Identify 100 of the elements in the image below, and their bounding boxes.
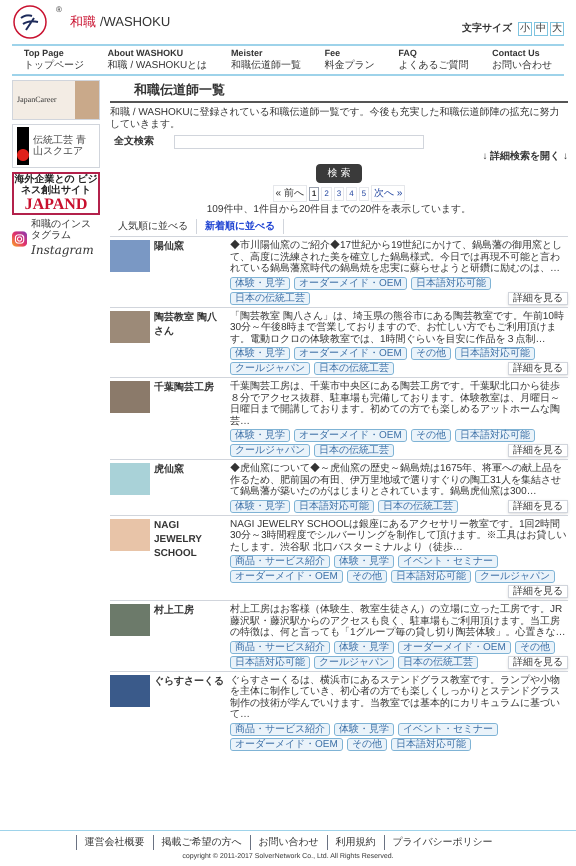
entry-name[interactable]: 陶芸教室 陶八さん [154, 310, 226, 376]
tag[interactable]: 商品・サービス紹介 [230, 640, 330, 654]
page-link[interactable]: 3 [334, 186, 344, 201]
tag[interactable]: その他 [346, 738, 387, 751]
career-banner[interactable]: JapanCareer [12, 80, 100, 120]
page-link[interactable]: 1 [308, 186, 320, 201]
registered-mark: ® [56, 4, 62, 16]
nav-item[interactable]: About WASHOKU 和職 / WASHOKUとは [108, 48, 208, 72]
tag[interactable]: オーダーメイド・OEM [398, 640, 511, 654]
detail-button[interactable]: 詳細を見る [508, 444, 568, 458]
detail-button[interactable]: 詳細を見る [508, 362, 568, 376]
tag[interactable]: その他 [410, 347, 451, 360]
tag[interactable]: オーダーメイド・OEM [230, 570, 343, 584]
entry-description: 村上工房はお客様（体験生、教室生徒さん）の立場に立った工房です。JR藤沢駅・藤沢駅からのアクセスも良く、駐車場もご利用頂けます。当工房の特徴は、何と言っても「1グループ毎の貸し切り陶芸体験」。心置きな… [230, 604, 567, 639]
photo-placeholder [110, 310, 150, 343]
instagram-banner[interactable]: 和職のインスタグラム Instagram [12, 219, 100, 260]
photo-placeholder [110, 674, 150, 707]
tag[interactable]: 体験・見学 [334, 640, 394, 654]
tag[interactable]: 商品・サービス紹介 [230, 722, 330, 736]
photo-placeholder [110, 240, 150, 272]
tag[interactable]: クールジャパン [474, 570, 555, 584]
font-size-button[interactable]: 小 [518, 22, 532, 36]
tag[interactable]: 日本語対応可能 [390, 570, 471, 584]
sort-tab[interactable]: 新着順に並べる [197, 219, 284, 234]
entry-name[interactable]: 虎仙窯 [154, 463, 226, 513]
tag[interactable]: 日本語対応可能 [454, 347, 535, 360]
photo-placeholder [110, 463, 150, 496]
tag[interactable]: イベント・セミナー [398, 555, 498, 568]
entry-name[interactable]: ぐらすさーくる [154, 674, 226, 751]
photo-placeholder [75, 80, 99, 119]
footer-link[interactable]: 運営会社概要 [76, 834, 152, 850]
sort-tab[interactable]: 人気順に並べる [110, 219, 197, 234]
advanced-search-link[interactable]: ↓ 詳細検索を開く ↓ [482, 149, 568, 164]
detail-button[interactable]: 詳細を見る [508, 585, 568, 598]
tag[interactable]: 日本の伝統工芸 [398, 656, 478, 669]
site-title[interactable]: /WASHOKU [100, 12, 170, 32]
tag[interactable]: 体験・見学 [230, 429, 290, 442]
tag[interactable]: 日本語対応可能 [230, 656, 310, 669]
entry-name[interactable]: 千葉陶芸工房 [154, 381, 226, 458]
footer-link[interactable]: 利用規約 [326, 834, 384, 850]
tag[interactable]: 日本の伝統工芸 [230, 292, 310, 305]
result-count: 109件中、1件目から20件目までの20件を表示しています。 [206, 202, 472, 218]
tag[interactable]: 商品・サービス紹介 [230, 555, 330, 568]
tag[interactable]: その他 [410, 429, 451, 442]
detail-button[interactable]: 詳細を見る [508, 292, 568, 305]
banner-caption: 海外企業との ビジネス創出サイト [14, 174, 98, 196]
tag[interactable]: 体験・見学 [230, 276, 290, 290]
craft-banner[interactable]: 伝統工芸 青山スクエア [12, 124, 100, 168]
tag[interactable]: オーダーメイド・OEM [230, 738, 343, 751]
tag[interactable]: 日本語対応可能 [410, 276, 491, 290]
entry-description: ◆虎仙窯について◆～虎仙窯の歴史～鍋島焼は1675年、将軍への献上品を作るため、肥前国の有田、伊万里地域で選りすぐりの陶工31人を集結させて鍋島藩が築いたのがはじまりとされています。鍋島虎仙窯は300… [230, 463, 564, 498]
page-link[interactable]: 2 [321, 186, 332, 201]
page-title: 和職伝道師一覧 [110, 80, 568, 104]
tag[interactable]: 日本の伝統工芸 [314, 362, 394, 376]
prev-page-link[interactable]: « 前へ [272, 185, 307, 202]
tag[interactable]: 日本語対応可能 [294, 500, 374, 513]
nav-item[interactable]: Contact Us お問い合わせ [492, 48, 552, 72]
nav-item[interactable]: FAQ よくあるご質問 [398, 48, 468, 72]
nav-item[interactable]: Fee 料金プラン [324, 48, 375, 72]
tag[interactable]: 体験・見学 [230, 500, 290, 513]
nav-item[interactable]: Meister 和職伝道師一覧 [230, 48, 301, 72]
detail-button[interactable]: 詳細を見る [508, 656, 568, 669]
page-link[interactable]: 4 [346, 186, 357, 201]
footer-link[interactable]: プライバシーポリシー [384, 834, 500, 850]
tag[interactable]: その他 [346, 570, 387, 584]
next-page-link[interactable]: 次へ » [371, 185, 406, 202]
tag[interactable]: 日本の伝統工芸 [378, 500, 458, 513]
tag[interactable]: クールジャパン [314, 656, 394, 669]
site-title-japanese[interactable]: 和職 [70, 12, 96, 32]
tag[interactable]: 日本語対応可能 [454, 429, 535, 442]
tag[interactable]: クールジャパン [230, 444, 310, 458]
footer-link[interactable]: 掲載ご希望の方へ [152, 834, 250, 850]
page-link[interactable]: 5 [358, 186, 370, 201]
detail-button[interactable]: 詳細を見る [508, 500, 568, 513]
search-field[interactable] [174, 134, 424, 149]
japand-banner[interactable]: 海外企業との ビジネス創出サイト JAPAND [12, 172, 100, 216]
tag[interactable]: 体験・見学 [334, 722, 394, 736]
banner-title: JAPAND [24, 196, 88, 214]
font-size-button[interactable]: 大 [550, 22, 564, 36]
nav-item[interactable]: Top Page トップページ [24, 48, 84, 72]
footer-link[interactable]: お問い合わせ [250, 834, 326, 850]
tag[interactable]: 日本語対応可能 [390, 738, 471, 751]
tag[interactable]: イベント・セミナー [398, 722, 498, 736]
tag[interactable]: 日本の伝統工芸 [314, 444, 394, 458]
tag[interactable]: オーダーメイド・OEM [294, 276, 407, 290]
tag[interactable]: その他 [514, 640, 555, 654]
banner-text: 伝統工芸 青山スクエア [33, 134, 88, 157]
tag[interactable]: 体験・見学 [334, 555, 394, 568]
tag[interactable]: オーダーメイド・OEM [294, 347, 407, 360]
banner-title: Instagram [31, 242, 95, 260]
entry-name[interactable]: 陽仙窯 [154, 240, 226, 305]
font-size-button[interactable]: 中 [534, 22, 548, 36]
search-button[interactable]: 検 索 [316, 164, 362, 184]
intro-text: 和職 / WASHOKUに登録されている和職伝道師一覧です。今後も充実した和職伝道師陣の拡充に努力していきます。 [110, 107, 561, 130]
entry-description: 千葉陶芸工房は、千葉市中央区にある陶芸工房です。千葉駅北口から徒歩８分でアクセス抜群、駐車場も完備しております。体験教室は、月曜日～日曜日まで開講しております。初めての方でも楽しめるアットホームな陶芸… [230, 381, 561, 428]
entry-name[interactable]: 村上工房 [154, 604, 226, 669]
tag[interactable]: クールジャパン [230, 362, 310, 376]
tag[interactable]: 体験・見学 [230, 347, 290, 360]
tag[interactable]: オーダーメイド・OEM [294, 429, 407, 442]
entry-name[interactable]: NAGI JEWELRY SCHOOL [154, 518, 226, 598]
